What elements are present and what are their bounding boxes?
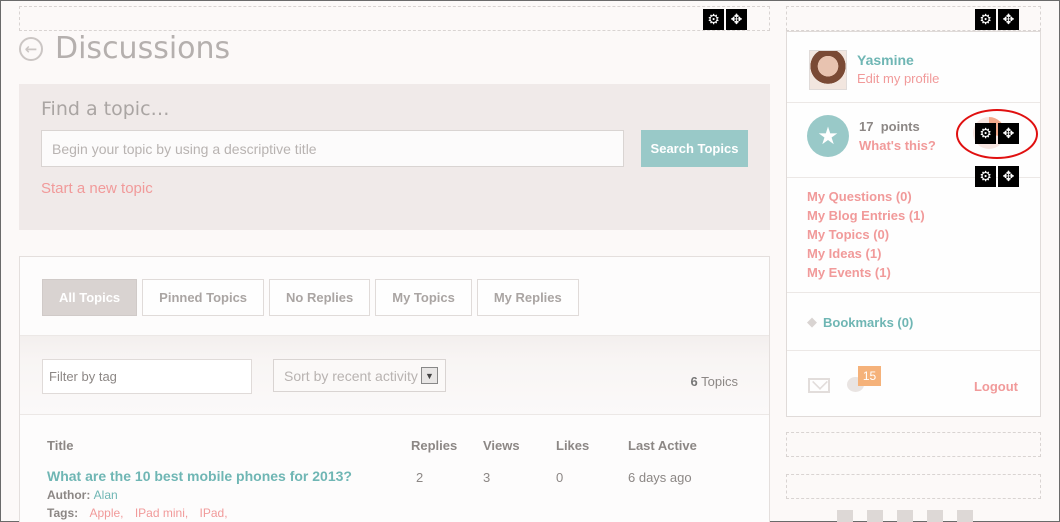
topics-panel: All Topics Pinned Topics No Replies My T…: [19, 256, 770, 522]
topic-tabs: All Topics Pinned Topics No Replies My T…: [42, 279, 579, 316]
tab-no-replies[interactable]: No Replies: [269, 279, 371, 316]
edit-profile-link[interactable]: Edit my profile: [857, 71, 939, 86]
top-widget-controls: ⚙ ✥: [703, 9, 747, 30]
move-icon[interactable]: ✥: [998, 9, 1019, 30]
author-label: Author:: [47, 488, 91, 502]
social-icon[interactable]: [837, 510, 853, 522]
social-icon[interactable]: [927, 510, 943, 522]
points-label: points: [880, 119, 920, 134]
social-icon[interactable]: [957, 510, 973, 522]
bookmark-icon: ◆: [807, 315, 817, 330]
author-link[interactable]: Alan: [94, 488, 118, 502]
top-drop-zone: [19, 6, 770, 31]
topic-likes: 0: [556, 470, 564, 485]
tags-label: Tags:: [47, 506, 79, 520]
column-header-replies: Replies: [411, 438, 458, 453]
avatar[interactable]: [809, 50, 847, 90]
topic-count-number: 6: [690, 374, 698, 389]
points-summary: 17 points: [859, 119, 920, 134]
tab-all-topics[interactable]: All Topics: [42, 279, 138, 316]
social-icon[interactable]: [897, 510, 913, 522]
column-header-title: Title: [47, 438, 74, 453]
tab-pinned-topics[interactable]: Pinned Topics: [142, 279, 265, 316]
page-title: Discussions: [55, 31, 231, 66]
tag-link[interactable]: IPad mini,: [135, 506, 188, 520]
sort-select-value: Sort by recent activity: [284, 367, 418, 384]
search-topics-button[interactable]: Search Topics: [641, 130, 748, 167]
topic-views: 3: [483, 470, 491, 485]
tab-my-topics[interactable]: My Topics: [375, 279, 472, 316]
my-events-link[interactable]: My Events (1): [807, 264, 925, 281]
topic-title-link[interactable]: What are the 10 best mobile phones for 2…: [47, 468, 352, 484]
my-topics-link[interactable]: My Topics (0): [807, 226, 925, 243]
title-row: ← Discussions: [19, 31, 230, 66]
filter-by-tag-input[interactable]: [42, 359, 252, 394]
move-icon[interactable]: ✥: [998, 166, 1019, 187]
gear-icon[interactable]: ⚙: [975, 9, 996, 30]
highlight-circle: [956, 109, 1038, 159]
social-icon[interactable]: [867, 510, 883, 522]
topic-replies: 2: [416, 470, 424, 485]
bookmarks-link[interactable]: ◆ Bookmarks (0): [807, 315, 913, 330]
my-blog-entries-link[interactable]: My Blog Entries (1): [807, 207, 925, 224]
topic-count-label: Topics: [701, 374, 738, 389]
topic-tags: Tags: Apple, IPad mini, IPad,: [47, 506, 228, 520]
my-links-list: My Questions (0) My Blog Entries (1) My …: [807, 188, 925, 281]
whats-this-link[interactable]: What's this?: [859, 138, 936, 153]
column-header-views: Views: [483, 438, 520, 453]
start-new-topic-link[interactable]: Start a new topic: [41, 180, 153, 197]
mail-icon[interactable]: [808, 378, 830, 393]
column-header-likes: Likes: [556, 438, 590, 453]
links-widget-controls: ⚙ ✥: [975, 166, 1019, 187]
notification-badge[interactable]: 15: [858, 366, 881, 386]
logout-link[interactable]: Logout: [974, 379, 1018, 394]
filter-bar: Sort by recent activity ▼ 6 Topics: [20, 335, 769, 415]
search-input[interactable]: [41, 130, 624, 167]
user-name[interactable]: Yasmine: [857, 52, 914, 68]
my-questions-link[interactable]: My Questions (0): [807, 188, 925, 205]
move-icon[interactable]: ✥: [726, 9, 747, 30]
column-header-last-active: Last Active: [628, 438, 697, 453]
tab-my-replies[interactable]: My Replies: [476, 279, 579, 316]
profile-sidebar: Yasmine Edit my profile ★ 17 points What…: [786, 31, 1041, 417]
gear-icon[interactable]: ⚙: [975, 166, 996, 187]
my-ideas-link[interactable]: My Ideas (1): [807, 245, 925, 262]
chevron-down-icon[interactable]: ▼: [421, 367, 438, 384]
tag-link[interactable]: IPad,: [200, 506, 228, 520]
find-topic-label: Find a topic…: [41, 98, 170, 120]
topic-last-active: 6 days ago: [628, 470, 692, 485]
social-icons: [837, 510, 973, 522]
sort-select[interactable]: Sort by recent activity ▼: [273, 359, 446, 392]
find-topic-panel: Find a topic… Search Topics Start a new …: [19, 84, 770, 230]
points-value: 17: [859, 119, 874, 134]
right-drop-zone: [786, 474, 1041, 499]
star-icon: ★: [807, 115, 849, 157]
right-drop-zone: [786, 432, 1041, 457]
back-arrow-icon[interactable]: ←: [19, 36, 43, 61]
topic-count: 6 Topics: [691, 374, 738, 389]
tag-link[interactable]: Apple,: [89, 506, 123, 520]
right-widget-controls: ⚙ ✥: [975, 9, 1019, 30]
gear-icon[interactable]: ⚙: [703, 9, 724, 30]
divider: [787, 292, 1040, 293]
topic-author: Author: Alan: [47, 488, 118, 502]
bookmarks-label: Bookmarks (0): [823, 315, 914, 330]
profile-header: Yasmine Edit my profile: [787, 32, 1040, 103]
divider: [787, 350, 1040, 351]
